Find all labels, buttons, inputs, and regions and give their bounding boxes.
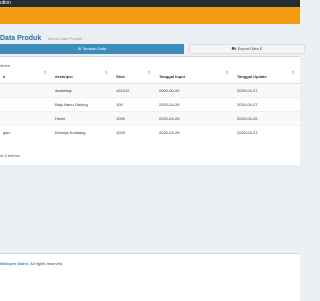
add-data-button[interactable]: ⊕ Tambah Data	[0, 44, 184, 54]
table-header-row: k ⇅ deskripsi ⇅ Stok ⇅ Tanggal Input ⇅ Tangg…	[0, 70, 300, 84]
table-row[interactable]: Baju Nanu Oblong 100 2020-04-26 2020-04-…	[0, 97, 300, 112]
sort-icon: ⇅	[147, 70, 151, 75]
footer-text: . All rights reserved.	[28, 261, 64, 266]
footer-brand-link[interactable]: Waisyah Wahri	[0, 261, 28, 266]
table-row[interactable]: gan Kemeja Kotalang 1023 2020-04-26 2020…	[0, 125, 300, 139]
sort-icon: ⇅	[225, 70, 229, 75]
entries-label: ntries	[0, 63, 10, 68]
table-info-label: of 4 entries	[0, 153, 20, 158]
table-row[interactable]: dsdsfdsjs 191312 0000-00-00 2020-04-27	[0, 83, 300, 98]
export-data-button[interactable]: ⛟ Export Data E	[189, 44, 305, 54]
column-header-kategori[interactable]: k ⇅	[0, 70, 52, 84]
page-header: Data Produk Kelola Data Produk	[0, 27, 82, 42]
sort-icon: ⇅	[104, 70, 108, 75]
page-title: Data Produk	[0, 35, 42, 42]
top-navbar: ution	[0, 0, 300, 7]
footer: Waisyah Wahri. All rights reserved.	[0, 261, 63, 266]
column-header-deskripsi[interactable]: deskripsi ⇅	[52, 70, 113, 84]
app-title: ution	[0, 0, 11, 6]
header-banner	[0, 7, 300, 24]
column-header-tanggal-update[interactable]: Tanggal Update ⇅	[234, 70, 300, 84]
products-table: k ⇅ deskripsi ⇅ Stok ⇅ Tanggal Input ⇅ Tangg…	[0, 70, 300, 139]
products-panel: ntries k ⇅ deskripsi ⇅ Stok ⇅ Tanggal Input…	[0, 56, 300, 165]
column-header-tanggal-input[interactable]: Tanggal Input ⇅	[156, 70, 234, 84]
sort-icon: ⇅	[291, 70, 295, 75]
table-row[interactable]: Holmi 1000 2020-04-26 2020-04-26	[0, 111, 300, 126]
page-subtitle: Kelola Data Produk	[47, 36, 83, 41]
column-header-stok[interactable]: Stok ⇅	[113, 70, 156, 84]
sort-icon: ⇅	[43, 70, 47, 75]
export-label: Export Data E	[237, 46, 263, 51]
